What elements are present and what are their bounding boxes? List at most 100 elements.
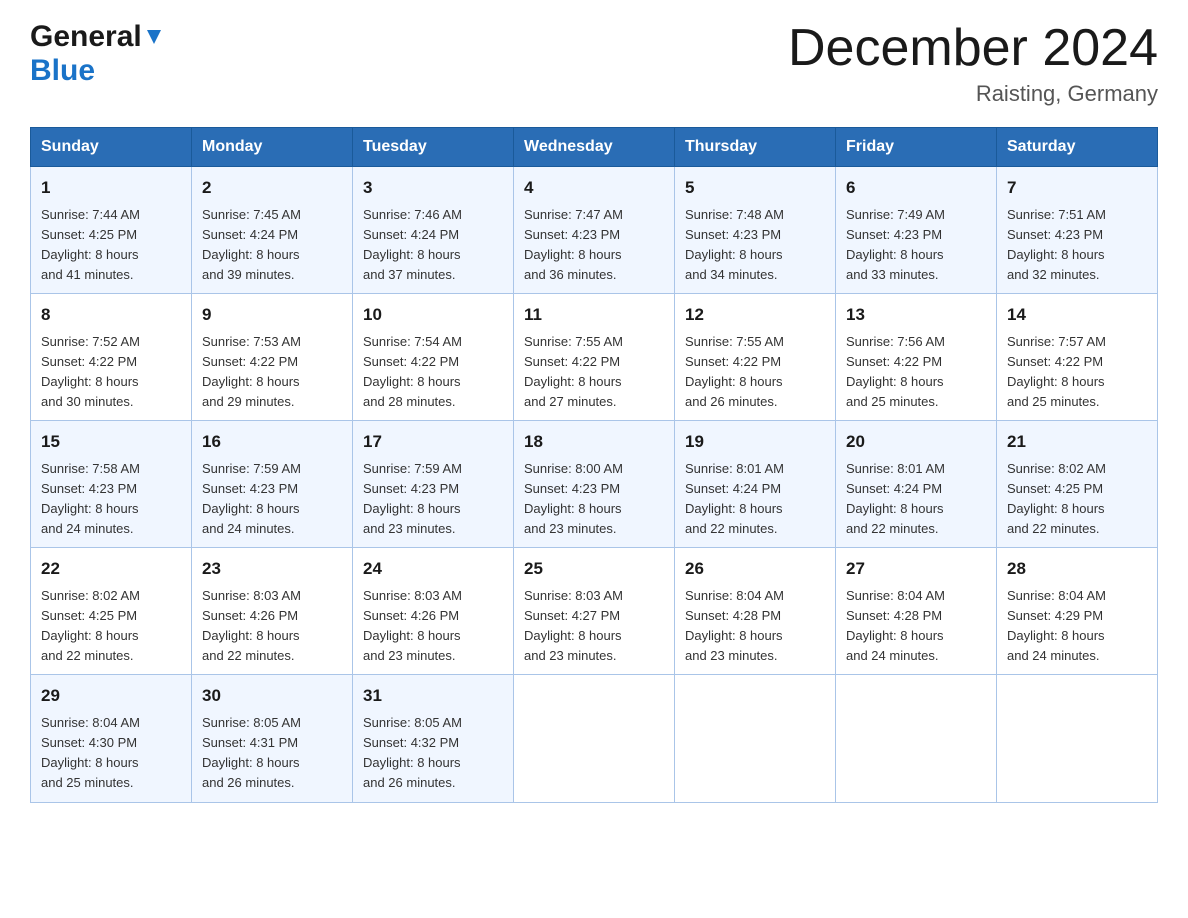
calendar-week-row: 22 Sunrise: 8:02 AM Sunset: 4:25 PM Dayl… [31, 548, 1158, 675]
day-info: Sunrise: 7:56 AM Sunset: 4:22 PM Dayligh… [846, 332, 986, 413]
table-row: 25 Sunrise: 8:03 AM Sunset: 4:27 PM Dayl… [514, 548, 675, 675]
table-row: 13 Sunrise: 7:56 AM Sunset: 4:22 PM Dayl… [836, 294, 997, 421]
day-info: Sunrise: 8:05 AM Sunset: 4:32 PM Dayligh… [363, 713, 503, 794]
day-number: 13 [846, 302, 986, 328]
calendar-week-row: 15 Sunrise: 7:58 AM Sunset: 4:23 PM Dayl… [31, 421, 1158, 548]
table-row: 28 Sunrise: 8:04 AM Sunset: 4:29 PM Dayl… [997, 548, 1158, 675]
table-row: 27 Sunrise: 8:04 AM Sunset: 4:28 PM Dayl… [836, 548, 997, 675]
day-info: Sunrise: 8:05 AM Sunset: 4:31 PM Dayligh… [202, 713, 342, 794]
day-number: 23 [202, 556, 342, 582]
day-number: 3 [363, 175, 503, 201]
table-row: 11 Sunrise: 7:55 AM Sunset: 4:22 PM Dayl… [514, 294, 675, 421]
table-row [675, 675, 836, 802]
day-info: Sunrise: 7:54 AM Sunset: 4:22 PM Dayligh… [363, 332, 503, 413]
calendar-week-row: 8 Sunrise: 7:52 AM Sunset: 4:22 PM Dayli… [31, 294, 1158, 421]
day-info: Sunrise: 7:47 AM Sunset: 4:23 PM Dayligh… [524, 205, 664, 286]
calendar-week-row: 1 Sunrise: 7:44 AM Sunset: 4:25 PM Dayli… [31, 167, 1158, 294]
day-info: Sunrise: 7:52 AM Sunset: 4:22 PM Dayligh… [41, 332, 181, 413]
table-row: 18 Sunrise: 8:00 AM Sunset: 4:23 PM Dayl… [514, 421, 675, 548]
table-row: 1 Sunrise: 7:44 AM Sunset: 4:25 PM Dayli… [31, 167, 192, 294]
day-number: 20 [846, 429, 986, 455]
table-row: 12 Sunrise: 7:55 AM Sunset: 4:22 PM Dayl… [675, 294, 836, 421]
day-info: Sunrise: 8:01 AM Sunset: 4:24 PM Dayligh… [846, 459, 986, 540]
table-row: 14 Sunrise: 7:57 AM Sunset: 4:22 PM Dayl… [997, 294, 1158, 421]
col-wednesday: Wednesday [514, 128, 675, 167]
table-row: 9 Sunrise: 7:53 AM Sunset: 4:22 PM Dayli… [192, 294, 353, 421]
day-number: 12 [685, 302, 825, 328]
day-info: Sunrise: 7:55 AM Sunset: 4:22 PM Dayligh… [685, 332, 825, 413]
day-info: Sunrise: 7:49 AM Sunset: 4:23 PM Dayligh… [846, 205, 986, 286]
col-saturday: Saturday [997, 128, 1158, 167]
table-row [836, 675, 997, 802]
table-row: 24 Sunrise: 8:03 AM Sunset: 4:26 PM Dayl… [353, 548, 514, 675]
calendar-week-row: 29 Sunrise: 8:04 AM Sunset: 4:30 PM Dayl… [31, 675, 1158, 802]
day-number: 5 [685, 175, 825, 201]
table-row: 10 Sunrise: 7:54 AM Sunset: 4:22 PM Dayl… [353, 294, 514, 421]
day-number: 1 [41, 175, 181, 201]
day-info: Sunrise: 7:59 AM Sunset: 4:23 PM Dayligh… [363, 459, 503, 540]
title-area: December 2024 Raisting, Germany [788, 20, 1158, 107]
table-row: 16 Sunrise: 7:59 AM Sunset: 4:23 PM Dayl… [192, 421, 353, 548]
logo: General Blue [30, 20, 165, 88]
day-number: 25 [524, 556, 664, 582]
col-monday: Monday [192, 128, 353, 167]
day-number: 21 [1007, 429, 1147, 455]
table-row: 22 Sunrise: 8:02 AM Sunset: 4:25 PM Dayl… [31, 548, 192, 675]
table-row: 7 Sunrise: 7:51 AM Sunset: 4:23 PM Dayli… [997, 167, 1158, 294]
day-info: Sunrise: 7:55 AM Sunset: 4:22 PM Dayligh… [524, 332, 664, 413]
day-number: 6 [846, 175, 986, 201]
day-number: 24 [363, 556, 503, 582]
day-number: 29 [41, 683, 181, 709]
day-number: 19 [685, 429, 825, 455]
day-number: 16 [202, 429, 342, 455]
day-info: Sunrise: 8:03 AM Sunset: 4:26 PM Dayligh… [363, 586, 503, 667]
day-info: Sunrise: 8:02 AM Sunset: 4:25 PM Dayligh… [41, 586, 181, 667]
day-info: Sunrise: 7:45 AM Sunset: 4:24 PM Dayligh… [202, 205, 342, 286]
day-number: 18 [524, 429, 664, 455]
table-row: 5 Sunrise: 7:48 AM Sunset: 4:23 PM Dayli… [675, 167, 836, 294]
day-number: 22 [41, 556, 181, 582]
calendar-table: Sunday Monday Tuesday Wednesday Thursday… [30, 127, 1158, 802]
col-friday: Friday [836, 128, 997, 167]
day-number: 7 [1007, 175, 1147, 201]
day-info: Sunrise: 8:03 AM Sunset: 4:27 PM Dayligh… [524, 586, 664, 667]
table-row: 15 Sunrise: 7:58 AM Sunset: 4:23 PM Dayl… [31, 421, 192, 548]
table-row: 30 Sunrise: 8:05 AM Sunset: 4:31 PM Dayl… [192, 675, 353, 802]
table-row: 4 Sunrise: 7:47 AM Sunset: 4:23 PM Dayli… [514, 167, 675, 294]
day-number: 28 [1007, 556, 1147, 582]
table-row: 2 Sunrise: 7:45 AM Sunset: 4:24 PM Dayli… [192, 167, 353, 294]
table-row: 23 Sunrise: 8:03 AM Sunset: 4:26 PM Dayl… [192, 548, 353, 675]
table-row: 21 Sunrise: 8:02 AM Sunset: 4:25 PM Dayl… [997, 421, 1158, 548]
day-info: Sunrise: 7:46 AM Sunset: 4:24 PM Dayligh… [363, 205, 503, 286]
logo-general-text: General [30, 20, 142, 54]
table-row: 3 Sunrise: 7:46 AM Sunset: 4:24 PM Dayli… [353, 167, 514, 294]
table-row [514, 675, 675, 802]
day-info: Sunrise: 8:04 AM Sunset: 4:30 PM Dayligh… [41, 713, 181, 794]
day-info: Sunrise: 8:01 AM Sunset: 4:24 PM Dayligh… [685, 459, 825, 540]
day-info: Sunrise: 7:44 AM Sunset: 4:25 PM Dayligh… [41, 205, 181, 286]
table-row: 31 Sunrise: 8:05 AM Sunset: 4:32 PM Dayl… [353, 675, 514, 802]
day-info: Sunrise: 8:04 AM Sunset: 4:28 PM Dayligh… [685, 586, 825, 667]
day-number: 4 [524, 175, 664, 201]
month-title: December 2024 [788, 20, 1158, 77]
day-number: 17 [363, 429, 503, 455]
day-number: 10 [363, 302, 503, 328]
day-info: Sunrise: 7:57 AM Sunset: 4:22 PM Dayligh… [1007, 332, 1147, 413]
day-number: 26 [685, 556, 825, 582]
day-number: 8 [41, 302, 181, 328]
table-row: 20 Sunrise: 8:01 AM Sunset: 4:24 PM Dayl… [836, 421, 997, 548]
day-info: Sunrise: 7:53 AM Sunset: 4:22 PM Dayligh… [202, 332, 342, 413]
location-text: Raisting, Germany [788, 81, 1158, 107]
day-info: Sunrise: 7:51 AM Sunset: 4:23 PM Dayligh… [1007, 205, 1147, 286]
day-info: Sunrise: 8:04 AM Sunset: 4:29 PM Dayligh… [1007, 586, 1147, 667]
page-header: General Blue December 2024 Raisting, Ger… [30, 20, 1158, 107]
day-info: Sunrise: 8:04 AM Sunset: 4:28 PM Dayligh… [846, 586, 986, 667]
table-row [997, 675, 1158, 802]
logo-blue-text: Blue [30, 54, 95, 87]
day-number: 2 [202, 175, 342, 201]
day-number: 27 [846, 556, 986, 582]
day-info: Sunrise: 8:02 AM Sunset: 4:25 PM Dayligh… [1007, 459, 1147, 540]
table-row: 6 Sunrise: 7:49 AM Sunset: 4:23 PM Dayli… [836, 167, 997, 294]
day-number: 14 [1007, 302, 1147, 328]
col-tuesday: Tuesday [353, 128, 514, 167]
